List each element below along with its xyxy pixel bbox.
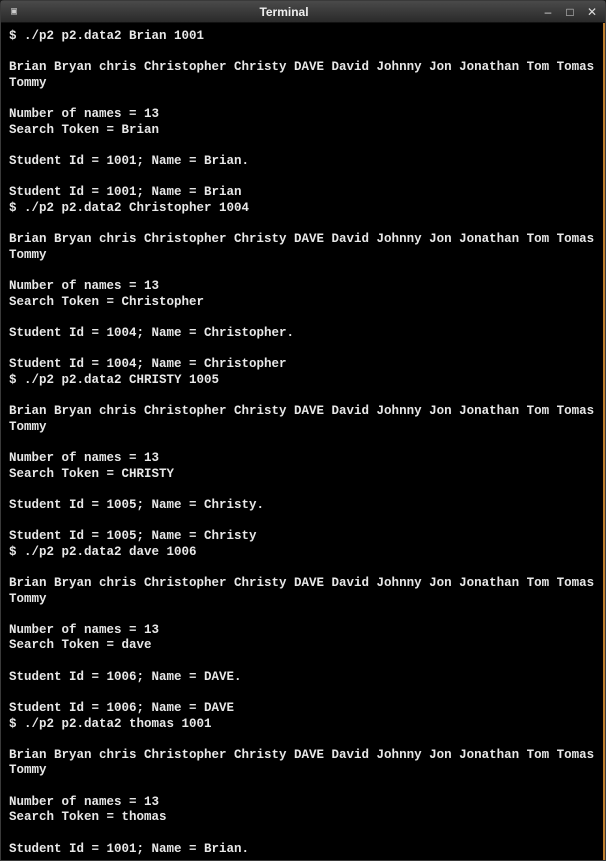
output-line: Search Token = Brian: [9, 123, 159, 137]
prompt: $: [9, 545, 24, 559]
output-line: Student Id = 1001; Name = Brian: [9, 185, 242, 199]
output-line: Number of names = 13: [9, 451, 159, 465]
prompt: $: [9, 717, 24, 731]
output-line: Search Token = Christopher: [9, 295, 204, 309]
output-line: Search Token = CHRISTY: [9, 467, 174, 481]
window-controls: – □ ✕: [541, 5, 599, 19]
command-line: ./p2 p2.data2 CHRISTY 1005: [24, 373, 219, 387]
command-line: ./p2 p2.data2 thomas 1001: [24, 717, 212, 731]
output-line: Brian Bryan chris Christopher Christy DA…: [9, 60, 602, 90]
maximize-button[interactable]: □: [563, 5, 577, 19]
output-line: Student Id = 1006; Name = DAVE.: [9, 670, 242, 684]
minimize-button[interactable]: –: [541, 5, 555, 19]
terminal-app-icon: ▣: [7, 5, 21, 19]
output-line: Brian Bryan chris Christopher Christy DA…: [9, 748, 602, 778]
output-line: Student Id = 1001; Name = Brian.: [9, 154, 249, 168]
terminal-output[interactable]: $ ./p2 p2.data2 Brian 1001 Brian Bryan c…: [1, 23, 605, 860]
titlebar[interactable]: ▣ Terminal – □ ✕: [1, 1, 605, 23]
output-line: Number of names = 13: [9, 279, 159, 293]
output-line: Brian Bryan chris Christopher Christy DA…: [9, 232, 602, 262]
command-line: ./p2 p2.data2 Christopher 1004: [24, 201, 249, 215]
output-line: Search Token = thomas: [9, 810, 167, 824]
command-line: ./p2 p2.data2 Brian 1001: [24, 29, 204, 43]
terminal-window: ▣ Terminal – □ ✕ $ ./p2 p2.data2 Brian 1…: [0, 0, 606, 861]
prompt: $: [9, 29, 24, 43]
output-line: Number of names = 13: [9, 623, 159, 637]
output-line: Brian Bryan chris Christopher Christy DA…: [9, 404, 602, 434]
output-line: Student Id = 1004; Name = Christopher.: [9, 326, 294, 340]
output-line: Brian Bryan chris Christopher Christy DA…: [9, 576, 602, 606]
output-line: Number of names = 13: [9, 795, 159, 809]
output-line: Student Id = 1004; Name = Christopher: [9, 357, 287, 371]
output-line: Search Token = dave: [9, 638, 152, 652]
output-line: Number of names = 13: [9, 107, 159, 121]
close-button[interactable]: ✕: [585, 5, 599, 19]
command-line: ./p2 p2.data2 dave 1006: [24, 545, 197, 559]
output-line: Student Id = 1005; Name = Christy.: [9, 498, 264, 512]
output-line: Student Id = 1005; Name = Christy: [9, 529, 257, 543]
output-line: Student Id = 1006; Name = DAVE: [9, 701, 234, 715]
output-line: Student Id = 1001; Name = Brian.: [9, 842, 249, 856]
window-title: Terminal: [27, 5, 541, 19]
prompt: $: [9, 373, 24, 387]
prompt: $: [9, 201, 24, 215]
